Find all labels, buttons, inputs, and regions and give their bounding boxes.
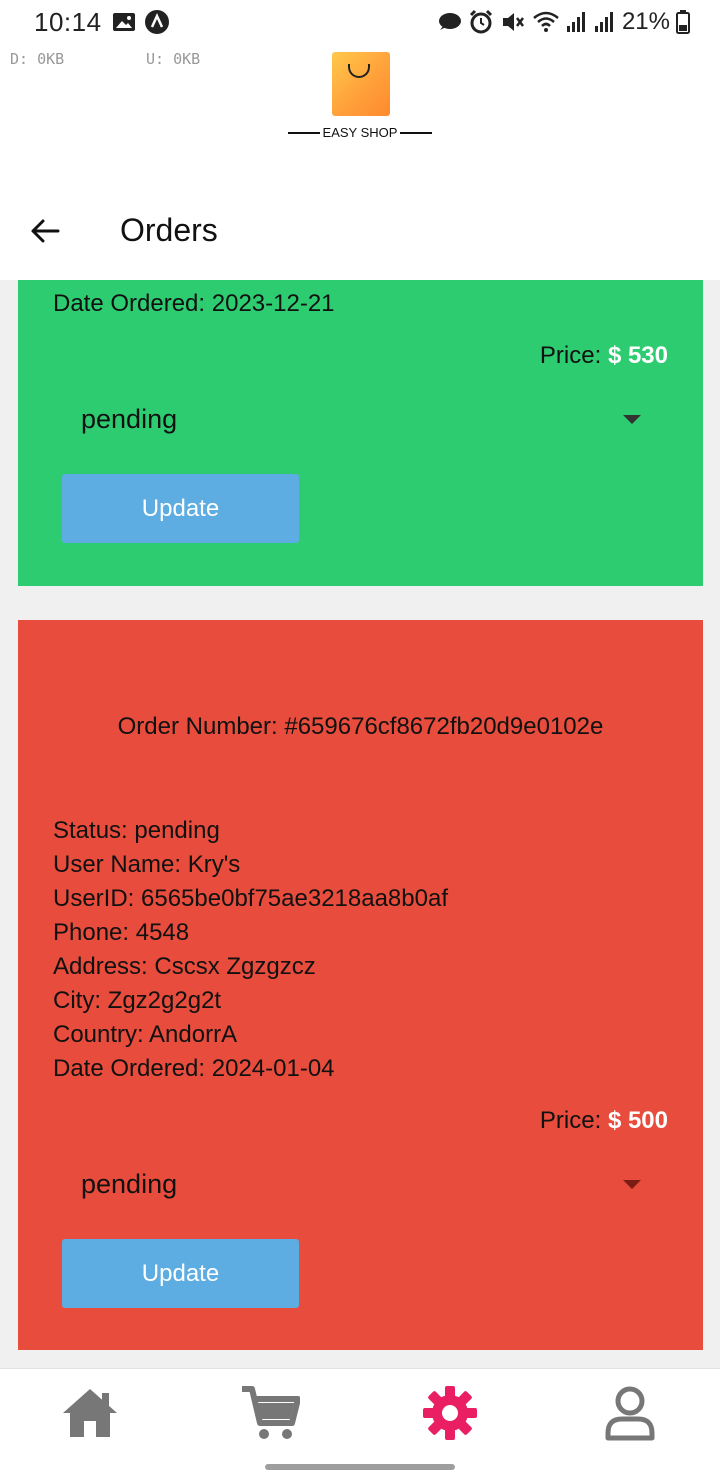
status-time: 10:14 — [34, 6, 102, 37]
order-card: Date Ordered: 2023-12-21 Price: $ 530 pe… — [18, 280, 703, 586]
bottom-navigation — [0, 1368, 720, 1454]
order-country: Country: AndorrA — [53, 1021, 238, 1048]
order-user-id: UserID: 6565be0bf75ae3218aa8b0af — [53, 885, 448, 912]
app-logo: EASY SHOP — [286, 50, 434, 140]
order-number: Order Number: #659676cf8672fb20d9e0102e — [117, 713, 604, 740]
update-button[interactable]: Update — [62, 474, 299, 543]
user-icon[interactable] — [600, 1383, 660, 1443]
order-address: Address: Cscsx Zgzgzcz — [53, 953, 316, 980]
status-bar: 10:14 21% — [0, 0, 720, 44]
net-speed-up: U: 0KB — [146, 50, 201, 68]
chat-icon — [438, 13, 461, 30]
order-status: Status: pending — [53, 817, 220, 844]
gallery-icon — [112, 13, 135, 31]
alarm-icon — [469, 9, 493, 34]
net-speed-down: D: 0KB — [10, 50, 65, 68]
order-price-value: $ 500 — [607, 1107, 668, 1134]
order-card: Order Number: #659676cf8672fb20d9e0102e … — [18, 620, 703, 1350]
wifi-icon — [533, 11, 559, 32]
order-price: Price: $ 530 — [539, 342, 668, 369]
mute-icon — [502, 13, 524, 31]
settings-icon[interactable] — [420, 1383, 480, 1443]
update-button[interactable]: Update — [62, 1239, 299, 1308]
order-price-value: $ 530 — [607, 342, 668, 369]
screen: 10:14 21% D: 0KB U: 0KB EASY SHOP Orders… — [0, 0, 720, 1480]
dropdown-caret-icon — [623, 414, 641, 424]
status-select[interactable]: pending — [81, 394, 641, 444]
page-title: Orders — [120, 212, 218, 248]
app-header: D: 0KB U: 0KB EASY SHOP Orders — [0, 44, 720, 280]
order-date: Date Ordered: 2023-12-21 — [53, 290, 335, 317]
order-phone: Phone: 4548 — [53, 919, 190, 946]
status-select[interactable]: pending — [81, 1159, 641, 1209]
logo-text: EASY SHOP — [322, 125, 398, 140]
home-icon[interactable] — [60, 1383, 120, 1443]
order-city: City: Zgz2g2g2t — [53, 987, 222, 1014]
cart-icon[interactable] — [240, 1383, 300, 1443]
home-gesture-pill[interactable] — [265, 1464, 455, 1470]
shopping-bag-icon — [332, 52, 390, 116]
order-user-name: User Name: Kry's — [53, 851, 241, 878]
battery-icon — [676, 10, 690, 34]
signal-icon — [566, 12, 585, 32]
orders-list[interactable]: Date Ordered: 2023-12-21 Price: $ 530 pe… — [0, 280, 720, 1368]
order-date: Date Ordered: 2024-01-04 — [53, 1055, 335, 1082]
battery-percent: 21% — [621, 8, 670, 35]
gesture-bar — [0, 1454, 720, 1480]
app-notification-icon — [144, 10, 169, 34]
back-arrow-icon[interactable] — [28, 214, 62, 248]
dropdown-caret-icon — [623, 1179, 641, 1189]
signal-icon-2 — [594, 12, 613, 32]
order-price: Price: $ 500 — [539, 1107, 668, 1134]
